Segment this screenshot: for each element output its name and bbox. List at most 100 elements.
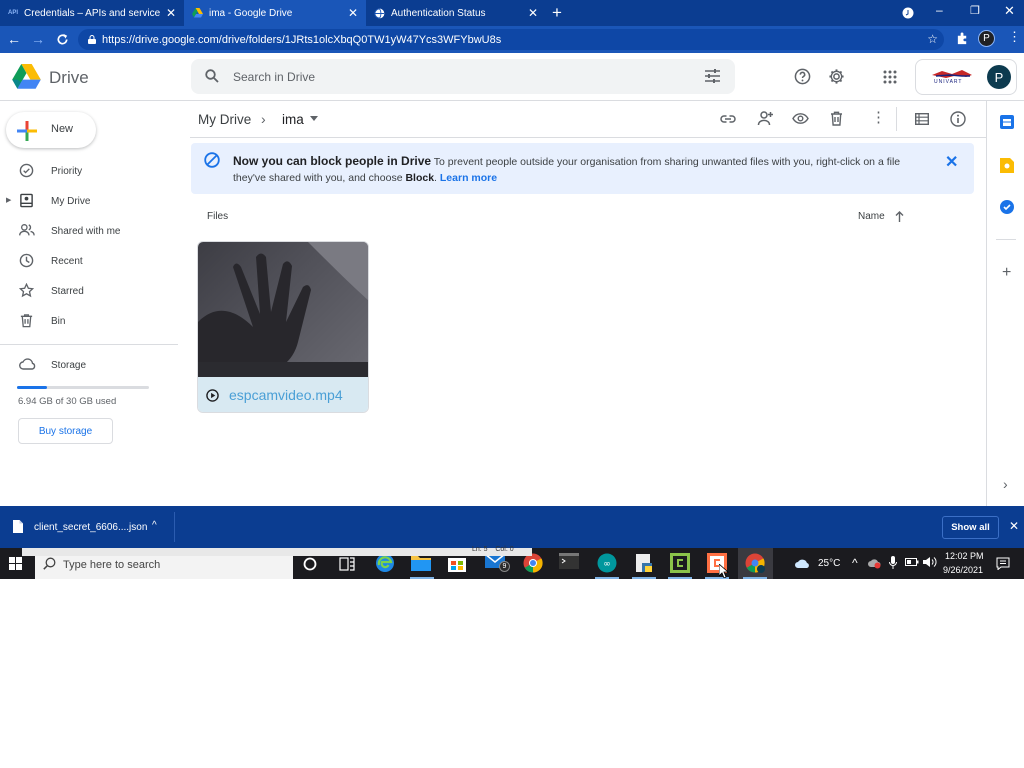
show-all-button[interactable]: Show all: [942, 516, 999, 539]
sidebar-item-label: Starred: [51, 286, 84, 297]
volume-icon[interactable]: [923, 556, 937, 568]
link-icon[interactable]: [720, 112, 736, 126]
profile-avatar[interactable]: P: [978, 30, 995, 47]
reload-button[interactable]: [51, 28, 73, 50]
chrome-profile-icon[interactable]: [745, 553, 767, 575]
learn-more-link[interactable]: Learn more: [440, 172, 497, 184]
expand-arrow-icon[interactable]: ▶: [6, 196, 11, 204]
extensions-icon[interactable]: [956, 32, 969, 45]
new-button[interactable]: New: [6, 112, 96, 148]
clock-time[interactable]: 12:02 PM: [945, 551, 984, 561]
microphone-icon[interactable]: [889, 556, 897, 569]
close-icon[interactable]: ✕: [348, 6, 358, 20]
share-add-person-icon[interactable]: [756, 111, 774, 126]
drive-logo-icon[interactable]: [12, 64, 41, 90]
arduino-icon[interactable]: ∞: [597, 553, 619, 575]
search-bar[interactable]: Search in Drive: [191, 59, 735, 94]
expand-panel-chevron-icon[interactable]: ›: [1003, 476, 1008, 492]
folder-menu-arrow-icon[interactable]: [310, 116, 318, 121]
tab-authentication-status[interactable]: Authentication Status ✕: [366, 0, 546, 26]
banner-close-icon[interactable]: ✕: [945, 152, 958, 172]
sidebar-item-bin[interactable]: Bin: [0, 308, 178, 334]
task-view-icon[interactable]: [339, 557, 361, 579]
calendar-icon[interactable]: [1000, 115, 1014, 129]
sort-by-name-button[interactable]: Name: [858, 211, 885, 222]
file-card-footer: espcamvideo.mp4: [198, 377, 368, 412]
block-people-banner: Now you can block people in Drive To pre…: [191, 143, 974, 194]
bookmark-star-icon[interactable]: ☆: [927, 32, 938, 46]
sidebar-item-starred[interactable]: Starred: [0, 278, 178, 304]
sidebar-item-shared-with-me[interactable]: Shared with me: [0, 218, 178, 244]
sidebar-item-my-drive[interactable]: ▶ My Drive: [0, 188, 178, 214]
tray-app-icon[interactable]: [868, 557, 881, 569]
list-view-icon[interactable]: [915, 113, 929, 125]
help-icon[interactable]: [794, 68, 811, 85]
delete-trash-icon[interactable]: [830, 111, 843, 126]
sort-direction-arrow-icon[interactable]: [895, 211, 904, 222]
close-icon[interactable]: ✕: [528, 6, 538, 20]
taskbar-search-input[interactable]: Type here to search: [63, 559, 160, 571]
edge-icon[interactable]: [375, 553, 397, 575]
breadcrumb-current[interactable]: ima: [282, 112, 304, 127]
sidebar-item-label: Shared with me: [51, 226, 121, 237]
rail-divider: [996, 239, 1016, 240]
new-tab-button[interactable]: +: [552, 3, 562, 23]
cortana-icon[interactable]: [303, 557, 325, 579]
close-download-bar-icon[interactable]: ✕: [1009, 519, 1019, 533]
chrome-menu-icon[interactable]: ⋮: [1008, 30, 1021, 43]
store-icon[interactable]: [447, 553, 469, 575]
tab-google-drive[interactable]: ima - Google Drive ✕: [184, 0, 366, 26]
browser-tab-bar: API Credentials – APIs and services – ✕ …: [0, 0, 1024, 26]
file-card[interactable]: espcamvideo.mp4: [197, 241, 369, 413]
minimize-button[interactable]: –: [936, 3, 943, 17]
more-actions-icon[interactable]: ⋮: [871, 110, 886, 125]
sidebar-item-priority[interactable]: Priority: [0, 158, 178, 184]
back-button[interactable]: ←: [3, 28, 25, 50]
sidebar-item-recent[interactable]: Recent: [0, 248, 178, 274]
apps-grid-icon[interactable]: [883, 70, 897, 84]
notepad-python-icon[interactable]: [634, 553, 656, 575]
windows-start-icon[interactable]: [9, 557, 22, 570]
tab-credentials[interactable]: API Credentials – APIs and services – ✕: [0, 0, 184, 26]
search-options-icon[interactable]: [705, 69, 720, 83]
close-icon[interactable]: ✕: [166, 6, 176, 20]
window-close-button[interactable]: ✕: [1004, 3, 1015, 19]
running-indicator: [410, 577, 434, 579]
download-options-chevron-icon[interactable]: ^: [152, 520, 157, 531]
mail-badge: 9: [499, 561, 510, 572]
clock-date[interactable]: 9/26/2021: [943, 565, 983, 575]
drive-app-name[interactable]: Drive: [49, 68, 89, 88]
download-item[interactable]: client_secret_6606....json ^: [0, 512, 175, 542]
forward-button[interactable]: →: [27, 28, 49, 50]
search-input[interactable]: Search in Drive: [233, 70, 315, 84]
file-explorer-icon[interactable]: [411, 553, 433, 575]
search-icon[interactable]: [205, 69, 219, 83]
restore-button[interactable]: ❐: [970, 4, 980, 17]
add-addon-icon[interactable]: +: [1002, 264, 1011, 282]
account-switcher[interactable]: UNIVART P: [915, 59, 1017, 95]
keep-icon[interactable]: [1000, 158, 1014, 173]
chrome-icon[interactable]: [523, 553, 545, 575]
notifications-icon[interactable]: [996, 557, 1010, 570]
media-icon[interactable]: [902, 7, 914, 19]
terminal-icon[interactable]: [559, 553, 581, 575]
tasks-icon[interactable]: [1000, 200, 1014, 214]
settings-gear-icon[interactable]: [828, 68, 845, 85]
url-field[interactable]: https://drive.google.com/drive/folders/1…: [78, 29, 944, 50]
preview-eye-icon[interactable]: [792, 113, 809, 124]
sidebar-item-label: Priority: [51, 166, 83, 177]
breadcrumb-root[interactable]: My Drive: [198, 112, 251, 127]
camtasia-green-icon[interactable]: [670, 553, 692, 575]
avatar[interactable]: P: [987, 65, 1011, 89]
weather-cloud-icon[interactable]: [794, 557, 811, 569]
tray-overflow-chevron-icon[interactable]: ^: [852, 556, 858, 570]
storage-progress-bar: [17, 386, 149, 389]
buy-storage-button[interactable]: Buy storage: [18, 418, 113, 444]
details-info-icon[interactable]: [950, 111, 966, 127]
mail-icon[interactable]: 9: [485, 553, 510, 575]
breadcrumb-separator-icon: ›: [261, 111, 266, 127]
battery-icon[interactable]: [905, 558, 919, 566]
weather-temperature[interactable]: 25°C: [818, 558, 840, 569]
drive-icon: [192, 8, 203, 18]
sidebar-item-storage[interactable]: Storage: [0, 352, 178, 378]
